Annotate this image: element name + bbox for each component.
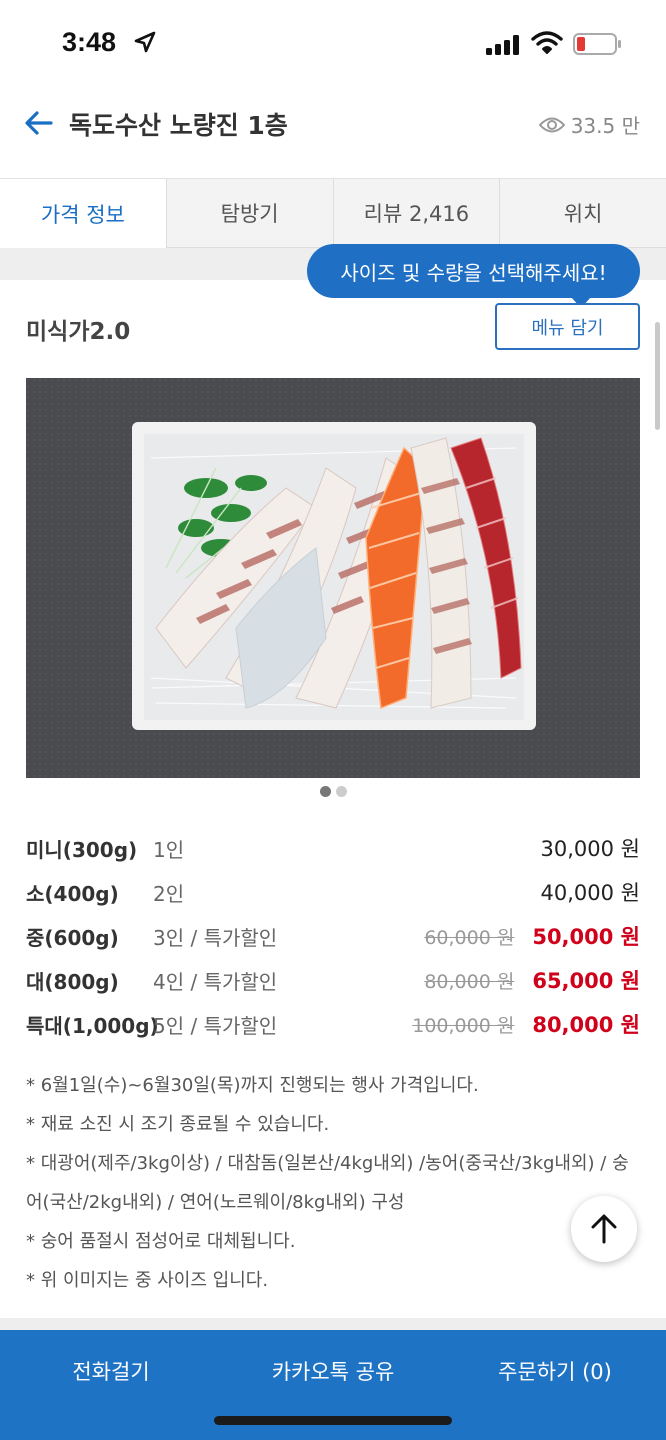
top-header: 독도수산 노량진 1층 33.5 만 [0, 90, 666, 178]
sale-price: 80,000 원 [532, 1013, 640, 1037]
view-count: 33.5 만 [538, 110, 640, 139]
serving-label: 1인 [153, 837, 185, 862]
size-label: 미니(300g) [26, 837, 138, 862]
size-label: 소(400g) [26, 881, 119, 906]
image-pager[interactable] [0, 786, 666, 797]
serving-label: 2인 [153, 881, 185, 906]
tab-visit-review[interactable]: 탐방기 [165, 179, 333, 248]
menu-notes: * 6월1일(수)~6월30일(목)까지 진행되는 행사 가격입니다. * 재료… [26, 1066, 640, 1300]
price-row-large[interactable]: 대(800g) 4인 / 특가할인 80,000 원 65,000 원 [26, 958, 640, 1002]
note-line: * 6월1일(수)~6월30일(목)까지 진행되는 행사 가격입니다. [26, 1075, 479, 1096]
back-arrow-icon[interactable] [24, 108, 54, 138]
sale-price: 65,000 원 [532, 969, 640, 993]
page-title: 독도수산 노량진 1층 [69, 111, 288, 140]
price-group: 60,000 원 50,000 원 [424, 921, 640, 951]
wifi-icon [531, 31, 563, 54]
location-arrow-icon [134, 31, 156, 53]
price-group: 30,000 원 [541, 833, 640, 863]
original-price: 100,000 원 [412, 1014, 515, 1037]
tab-price-info[interactable]: 가격 정보 [0, 179, 166, 248]
sale-price: 50,000 원 [532, 925, 640, 949]
note-line: * 위 이미지는 중 사이즈 입니다. [26, 1270, 269, 1291]
serving-label: 5인 / 특가할인 [153, 1013, 278, 1038]
sashimi-platter-image [26, 378, 640, 778]
scroll-top-button[interactable] [571, 1196, 637, 1262]
note-line: * 숭어 품절시 점성어로 대체됩니다. [26, 1231, 296, 1252]
original-price: 60,000 원 [424, 926, 515, 949]
tab-location[interactable]: 위치 [499, 179, 666, 248]
pager-dot-2[interactable] [335, 786, 347, 797]
tab-bar: 가격 정보 탐방기 리뷰 2,416 위치 [0, 178, 666, 248]
size-label: 대(800g) [26, 969, 119, 994]
price-group: 80,000 원 65,000 원 [424, 965, 640, 995]
serving-label: 3인 / 특가할인 [153, 925, 278, 950]
status-time: 3:48 [62, 27, 117, 57]
pager-dot-1[interactable] [319, 786, 331, 797]
price-list: 미니(300g) 1인 30,000 원 소(400g) 2인 40,000 원… [26, 826, 640, 1046]
menu-photo[interactable] [26, 378, 640, 778]
price-group: 40,000 원 [541, 877, 640, 907]
section-divider-bottom [0, 1318, 666, 1330]
size-label: 특대(1,000g) [26, 1013, 159, 1038]
eye-icon [538, 117, 565, 132]
price-row-medium[interactable]: 중(600g) 3인 / 특가할인 60,000 원 50,000 원 [26, 914, 640, 958]
price-value: 40,000 원 [540, 881, 640, 905]
battery-icon [573, 33, 621, 55]
view-count-text: 33.5 만 [570, 114, 640, 138]
call-button[interactable]: 전화걸기 [0, 1330, 222, 1440]
note-line: * 대광어(제주/3kg이상) / 대참돔(일본산/4kg내외) /농어(중국산… [26, 1153, 629, 1213]
home-indicator[interactable] [214, 1416, 452, 1425]
price-row-xlarge[interactable]: 특대(1,000g) 5인 / 특가할인 100,000 원 80,000 원 [26, 1002, 640, 1046]
size-label: 중(600g) [26, 925, 119, 950]
signal-icon [486, 35, 519, 55]
scrollbar[interactable] [655, 322, 660, 430]
serving-label: 4인 / 특가할인 [153, 969, 278, 994]
original-price: 80,000 원 [424, 970, 515, 993]
note-line: * 재료 소진 시 조기 종료될 수 있습니다. [26, 1114, 330, 1135]
add-menu-button[interactable]: 메뉴 담기 [495, 303, 640, 350]
status-bar: 3:48 [0, 0, 666, 90]
price-group: 100,000 원 80,000 원 [412, 1009, 640, 1039]
price-row-mini[interactable]: 미니(300g) 1인 30,000 원 [26, 826, 640, 870]
price-value: 30,000 원 [540, 837, 640, 861]
select-size-tooltip: 사이즈 및 수량을 선택해주세요! [307, 244, 640, 308]
price-row-small[interactable]: 소(400g) 2인 40,000 원 [26, 870, 640, 914]
menu-name: 미식가2.0 [26, 319, 131, 345]
tab-reviews[interactable]: 리뷰 2,416 [332, 179, 500, 248]
order-button[interactable]: 주문하기 (0) [444, 1330, 666, 1440]
scroll-top-icon [591, 1214, 617, 1244]
